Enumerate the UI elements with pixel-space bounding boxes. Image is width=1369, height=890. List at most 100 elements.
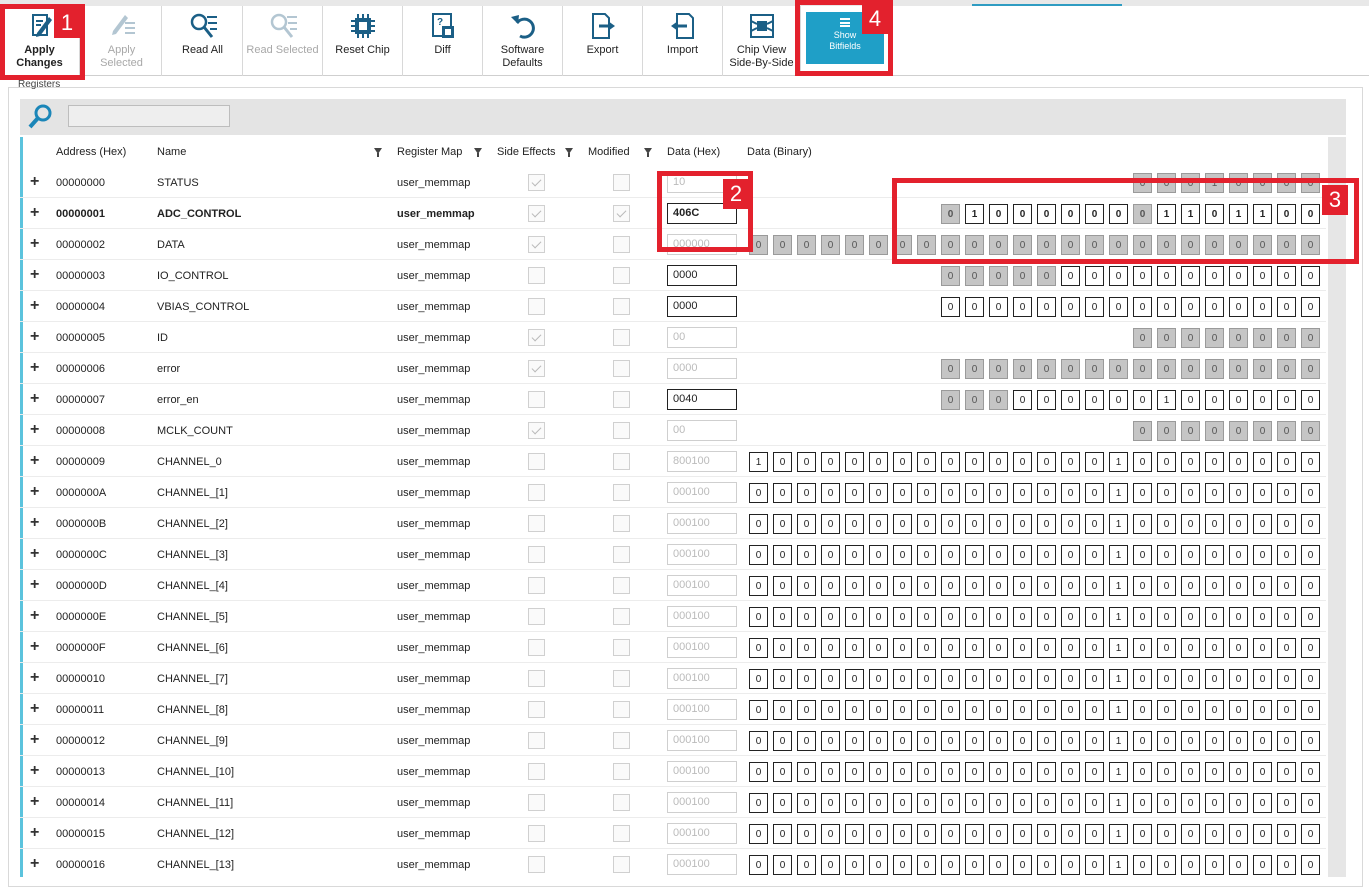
bit-cell[interactable]: 0 (1205, 731, 1224, 751)
bit-cell[interactable]: 0 (845, 731, 864, 751)
bit-cell[interactable]: 0 (845, 483, 864, 503)
bit-cell[interactable]: 1 (1109, 762, 1128, 782)
bit-cell[interactable]: 0 (773, 452, 792, 472)
bit-cell[interactable]: 0 (989, 700, 1008, 720)
bit-cell[interactable]: 0 (1133, 793, 1152, 813)
expand-icon[interactable]: + (30, 484, 39, 500)
bit-cell[interactable]: 0 (797, 731, 816, 751)
bit-cell[interactable]: 0 (821, 700, 840, 720)
bit-cell[interactable]: 0 (797, 452, 816, 472)
bit-cell[interactable]: 0 (821, 855, 840, 875)
bit-cell[interactable]: 1 (1109, 483, 1128, 503)
column-header-register-map[interactable]: Register Map (397, 137, 462, 167)
bit-cell[interactable]: 0 (1013, 483, 1032, 503)
bit-cell[interactable]: 0 (773, 762, 792, 782)
bit-cell[interactable]: 0 (1229, 297, 1248, 317)
bit-cell[interactable]: 0 (1013, 452, 1032, 472)
bit-cell[interactable]: 0 (1205, 762, 1224, 782)
bit-cell[interactable]: 0 (821, 452, 840, 472)
bit-cell[interactable]: 0 (1157, 297, 1176, 317)
bit-cell[interactable]: 0 (1061, 607, 1080, 627)
column-header-data-binary[interactable]: Data (Binary) (747, 137, 812, 167)
bit-cell[interactable]: 0 (1133, 762, 1152, 782)
table-row[interactable]: +00000007 error_en user_memmap 0040 0 0 0 0 0 0 0 0… (20, 384, 1326, 415)
bit-cell[interactable]: 0 (965, 576, 984, 596)
bit-cell[interactable]: 0 (1061, 638, 1080, 658)
expand-icon[interactable]: + (30, 856, 39, 872)
bit-cell[interactable]: 0 (1037, 731, 1056, 751)
bit-cell[interactable]: 0 (1181, 483, 1200, 503)
bit-cell[interactable]: 0 (797, 638, 816, 658)
bit-cell[interactable]: 0 (1157, 607, 1176, 627)
bit-cell[interactable]: 0 (1037, 390, 1056, 410)
hex-value-field[interactable]: 000100 (667, 854, 737, 875)
bit-cell[interactable]: 0 (941, 576, 960, 596)
bit-cell[interactable]: 0 (1085, 266, 1104, 286)
bit-cell[interactable]: 0 (821, 545, 840, 565)
bit-cell[interactable]: 0 (869, 483, 888, 503)
bit-cell[interactable]: 0 (1061, 855, 1080, 875)
bit-cell[interactable]: 0 (941, 669, 960, 689)
bit-cell[interactable]: 0 (1229, 700, 1248, 720)
bit-cell[interactable]: 0 (989, 793, 1008, 813)
bit-cell[interactable]: 0 (893, 607, 912, 627)
bit-cell[interactable]: 0 (1085, 545, 1104, 565)
expand-icon[interactable]: + (30, 670, 39, 686)
bit-cell[interactable]: 0 (1157, 266, 1176, 286)
bit-cell[interactable]: 0 (1301, 762, 1320, 782)
bit-cell[interactable]: 0 (1109, 204, 1128, 224)
bit-cell[interactable]: 0 (893, 452, 912, 472)
bit-cell[interactable]: 0 (797, 762, 816, 782)
hex-value-field[interactable]: 800100 (667, 451, 737, 472)
bit-cell[interactable]: 0 (1133, 297, 1152, 317)
bit-cell[interactable]: 0 (1133, 483, 1152, 503)
bit-cell[interactable]: 0 (869, 824, 888, 844)
bit-cell[interactable]: 0 (1013, 669, 1032, 689)
bit-cell[interactable]: 0 (1301, 793, 1320, 813)
bit-cell[interactable]: 0 (1037, 204, 1056, 224)
bit-cell[interactable]: 0 (1133, 266, 1152, 286)
bit-cell[interactable]: 0 (1277, 731, 1296, 751)
bit-cell[interactable]: 0 (917, 824, 936, 844)
bit-cell[interactable]: 0 (1061, 297, 1080, 317)
bit-cell[interactable]: 0 (1277, 204, 1296, 224)
bit-cell[interactable]: 0 (1061, 514, 1080, 534)
bit-cell[interactable]: 0 (1037, 669, 1056, 689)
table-row[interactable]: +00000003 IO_CONTROL user_memmap 0000 0 0 0 0 0 0… (20, 260, 1326, 291)
bit-cell[interactable]: 0 (1181, 545, 1200, 565)
bit-cell[interactable]: 0 (1157, 638, 1176, 658)
bit-cell[interactable]: 0 (917, 483, 936, 503)
bit-cell[interactable]: 0 (1301, 824, 1320, 844)
bit-cell[interactable]: 0 (1277, 824, 1296, 844)
bit-cell[interactable]: 0 (1085, 731, 1104, 751)
bit-cell[interactable]: 0 (773, 638, 792, 658)
bit-cell[interactable]: 0 (821, 483, 840, 503)
expand-icon[interactable]: + (30, 794, 39, 810)
bit-cell[interactable]: 0 (749, 545, 768, 565)
bit-cell[interactable]: 0 (1061, 204, 1080, 224)
bit-cell[interactable]: 0 (1157, 855, 1176, 875)
diff-button[interactable]: ? Diff (403, 6, 483, 76)
bit-cell[interactable]: 0 (1085, 452, 1104, 472)
bit-cell[interactable]: 0 (965, 731, 984, 751)
bit-cell[interactable]: 0 (941, 793, 960, 813)
bit-cell[interactable]: 0 (1013, 762, 1032, 782)
bit-cell[interactable]: 0 (917, 576, 936, 596)
bit-cell[interactable]: 0 (1229, 452, 1248, 472)
bit-cell[interactable]: 0 (845, 545, 864, 565)
bit-cell[interactable]: 0 (1301, 855, 1320, 875)
bit-cell[interactable]: 0 (821, 762, 840, 782)
bit-cell[interactable]: 0 (1229, 669, 1248, 689)
bit-cell[interactable]: 1 (1109, 545, 1128, 565)
bit-cell[interactable]: 0 (1229, 514, 1248, 534)
bit-cell[interactable]: 1 (1109, 731, 1128, 751)
bit-cell[interactable]: 0 (1037, 514, 1056, 534)
hex-value-field[interactable]: 000100 (667, 482, 737, 503)
bit-cell[interactable]: 0 (1229, 731, 1248, 751)
bit-cell[interactable]: 0 (965, 855, 984, 875)
vertical-scrollbar[interactable] (1328, 137, 1346, 877)
hex-value-field[interactable]: 000100 (667, 637, 737, 658)
bit-cell[interactable]: 0 (1229, 483, 1248, 503)
bit-cell[interactable]: 0 (1085, 762, 1104, 782)
bit-cell[interactable]: 0 (797, 793, 816, 813)
